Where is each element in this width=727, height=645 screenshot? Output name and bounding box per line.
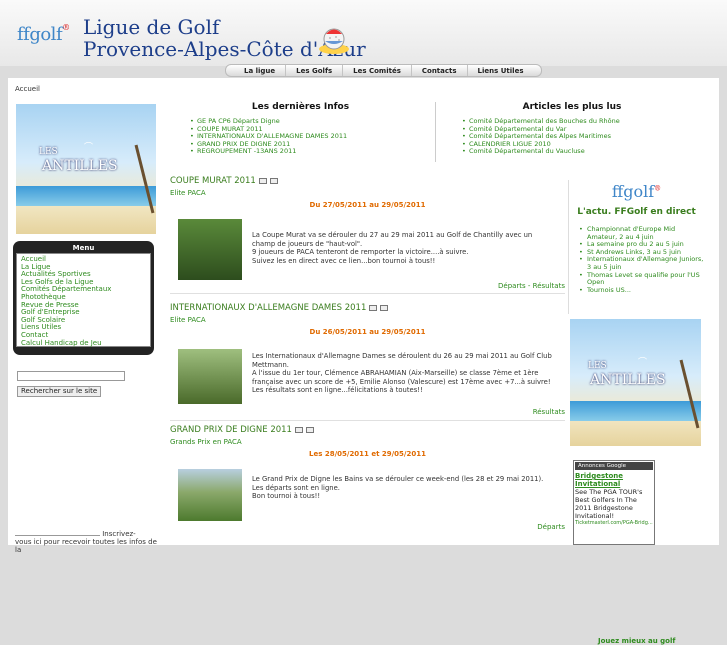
- articles-column: COUPE MURAT 2011 Elite PACA Du 27/05/201…: [170, 176, 565, 545]
- site-header: ffgolf® Ligue de Golf Provence-Alpes-Côt…: [0, 0, 727, 66]
- nav-la-ligue[interactable]: La ligue: [234, 65, 287, 76]
- antilles-ad-banner[interactable]: ⌒ LES ANTILLES: [16, 104, 156, 234]
- latest-infos-title: Les dernières Infos: [251, 102, 350, 112]
- golf-ball-flag-icon: [319, 28, 349, 54]
- bird-icon: ⌒: [638, 358, 648, 368]
- article-paragraph: Les résultats sont en ligne...félicitati…: [252, 386, 423, 395]
- ffgolf-logo[interactable]: ffgolf®: [17, 23, 70, 45]
- side-menu: Menu Accueil La Ligue Actualités Sportiv…: [13, 241, 154, 355]
- latest-infos: Les dernières Infos GE PA CP6 Départs Di…: [168, 102, 433, 156]
- ad-title-link[interactable]: Bridgestone Invitational: [575, 472, 653, 488]
- article-readmore-link[interactable]: Résultats: [533, 408, 565, 416]
- article-paragraph: 9 joueurs de PACA tenteront de remporter…: [252, 248, 469, 257]
- article-paragraph: Suivez les en direct avec ce lien...bon …: [252, 256, 436, 265]
- bird-icon: ⌒: [84, 143, 94, 153]
- article-photo: [178, 469, 242, 521]
- ad-les-text: LES: [588, 361, 607, 371]
- article-category[interactable]: Grands Prix en PACA: [170, 438, 565, 446]
- print-icon[interactable]: [294, 427, 303, 433]
- most-read-articles: Articles les plus lus Comité Département…: [435, 102, 708, 162]
- ad-les-text: LES: [39, 147, 58, 157]
- actu-item[interactable]: Thomas Levet se qualifie pour l'US Open: [579, 271, 704, 287]
- article-paragraph: Les départs sont en ligne.: [252, 483, 340, 492]
- article-photo: [178, 349, 242, 404]
- menu-title: Menu: [72, 244, 95, 252]
- newsletter-input[interactable]: [15, 530, 100, 536]
- ad-sea: [570, 401, 701, 421]
- logo-text: ffgolf: [17, 24, 63, 45]
- article-readmore-link[interactable]: Départs: [537, 523, 565, 531]
- article-paragraph: A l'issue du 1er tour, Clémence ABRAHAMI…: [252, 369, 551, 386]
- article-grand-prix-digne: GRAND PRIX DE DIGNE 2011 Grands Prix en …: [170, 425, 565, 535]
- nav-liens-utiles[interactable]: Liens Utiles: [468, 65, 534, 76]
- latest-info-item[interactable]: REGROUPEMENT -13ANS 2011: [183, 148, 433, 156]
- article-title[interactable]: GRAND PRIX DE DIGNE 2011: [170, 425, 292, 435]
- print-icon[interactable]: [258, 178, 267, 184]
- ffgolf-news-box: ffgolf® L'actu. FFGolf en direct Champio…: [568, 180, 704, 314]
- google-ads-box: Annonces Google Bridgestone Invitational…: [573, 460, 655, 545]
- article-body: La Coupe Murat va se dérouler du 27 au 2…: [252, 231, 552, 265]
- search-button[interactable]: Rechercher sur le site: [17, 386, 102, 397]
- newsletter-text-before: Inscrivez-: [102, 530, 136, 538]
- ad-antilles-text: ANTILLES: [590, 372, 666, 388]
- search-input[interactable]: [17, 371, 125, 381]
- email-icon[interactable]: [269, 178, 278, 184]
- article-internationaux: INTERNATIONAUX D'ALLEMAGNE DAMES 2011 El…: [170, 303, 565, 421]
- email-icon[interactable]: [380, 305, 389, 311]
- actu-item[interactable]: Internationaux d'Allemagne Juniors, 3 au…: [579, 256, 704, 271]
- article-date: Du 26/05/2011 au 29/05/2011: [309, 328, 426, 336]
- logo-mark: ®: [62, 23, 70, 32]
- logo-mark: ®: [654, 184, 662, 193]
- logo-text: ffgolf: [611, 182, 655, 201]
- article-paragraph: Les Internationaux d'Allemagne Dames se …: [252, 352, 552, 369]
- article-date: Du 27/05/2011 au 29/05/2011: [309, 201, 426, 209]
- article-photo: [178, 219, 242, 280]
- article-category[interactable]: Elite PACA: [170, 316, 565, 324]
- actu-item[interactable]: Tournois US...: [579, 286, 704, 295]
- article-date: Les 28/05/2011 et 29/05/2011: [309, 450, 426, 458]
- actu-item[interactable]: Championnat d'Europe Mid Amateur, 2 au 4…: [579, 225, 704, 241]
- article-paragraph: La Coupe Murat va se dérouler du 27 au 2…: [252, 231, 533, 248]
- nav-contacts[interactable]: Contacts: [412, 65, 468, 76]
- right-column: ffgolf® L'actu. FFGolf en direct Champio…: [568, 176, 716, 645]
- ad-body: See The PGA TOUR's Best Golfers In The 2…: [575, 488, 643, 520]
- ad-url[interactable]: TicketmasterI.com/PGA-Bridg...: [575, 520, 653, 526]
- ad-antilles-text: ANTILLES: [42, 158, 118, 174]
- news-summary-box: Les dernières Infos GE PA CP6 Départs Di…: [168, 100, 708, 165]
- newsletter-signup: Inscrivez- vous ici pour recevoir toutes…: [15, 530, 157, 554]
- article-title[interactable]: INTERNATIONAUX D'ALLEMAGNE DAMES 2011: [170, 303, 366, 313]
- ad-more-link[interactable]: Jouez mieux au golf: [598, 637, 675, 645]
- top-navigation: La ligue Les Golfs Les Comités Contacts …: [225, 64, 543, 77]
- article-coupe-murat: COUPE MURAT 2011 Elite PACA Du 27/05/201…: [170, 176, 565, 294]
- antilles-ad-banner-right[interactable]: ⌒ LES ANTILLES: [570, 319, 701, 446]
- ffgolf-actu-list: Championnat d'Europe Mid Amateur, 2 au 4…: [579, 225, 704, 295]
- newsletter-text-after: vous ici pour recevoir toutes les infos …: [15, 538, 157, 554]
- page-content: Accueil ⌒ LES ANTILLES Menu Accueil La L…: [8, 78, 719, 645]
- article-paragraph: Bon tournoi à tous!!: [252, 492, 321, 501]
- article-category[interactable]: Elite PACA: [170, 189, 565, 197]
- nav-les-golfs[interactable]: Les Golfs: [286, 65, 344, 76]
- breadcrumb[interactable]: Accueil: [15, 85, 40, 93]
- ffgolf-actu-title: L'actu. FFGolf en direct: [577, 207, 696, 217]
- article-body: Le Grand Prix de Digne les Bains va se d…: [252, 475, 552, 501]
- article-readmore-link[interactable]: Départs - Résultats: [498, 282, 565, 290]
- most-read-title: Articles les plus lus: [522, 102, 622, 112]
- article-body: Les Internationaux d'Allemagne Dames se …: [252, 352, 552, 395]
- ad-sea: [16, 186, 156, 206]
- article-paragraph: Le Grand Prix de Digne les Bains va se d…: [252, 475, 544, 483]
- email-icon[interactable]: [305, 427, 314, 433]
- most-read-item[interactable]: Comité Départemental du Vaucluse: [455, 148, 708, 156]
- article-title[interactable]: COUPE MURAT 2011: [170, 176, 256, 186]
- nav-les-comites[interactable]: Les Comités: [343, 65, 412, 76]
- print-icon[interactable]: [369, 305, 378, 311]
- ads-header: Annonces Google: [575, 462, 653, 470]
- menu-list: Accueil La Ligue Actualités Sportives Le…: [16, 253, 151, 347]
- ffgolf-logo-small[interactable]: ffgolf®: [569, 182, 704, 201]
- menu-item[interactable]: Calcul Handicap de Jeu: [21, 339, 146, 348]
